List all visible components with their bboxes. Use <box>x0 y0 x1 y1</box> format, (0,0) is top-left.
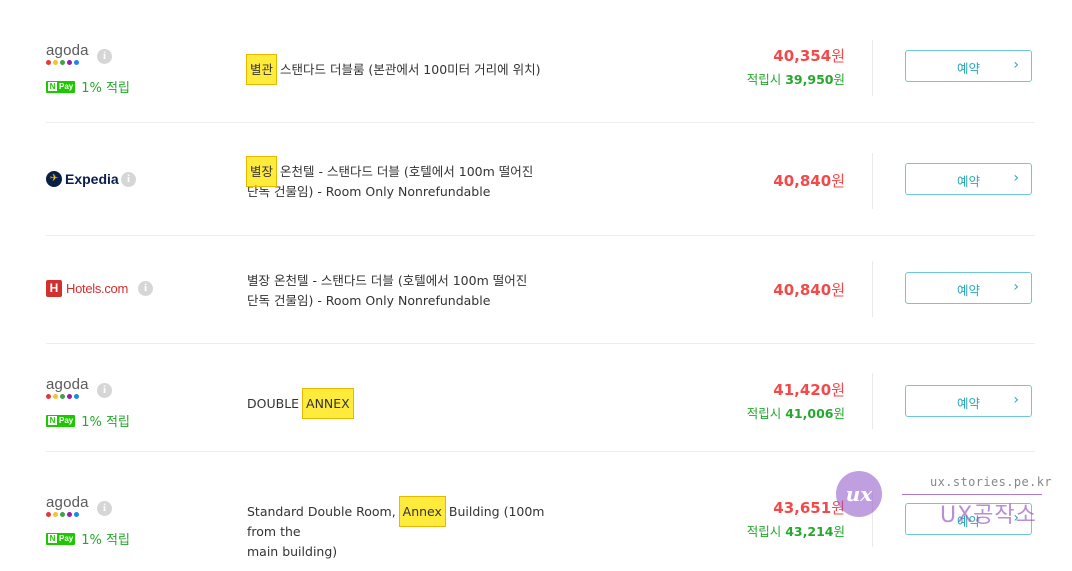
price: 40,840원 <box>773 281 845 299</box>
info-icon[interactable]: i <box>97 49 112 64</box>
provider-cell: H Hotels.com i <box>46 235 196 343</box>
agoda-logo: agoda <box>46 377 94 399</box>
npay-icon: N Pay <box>46 80 76 93</box>
price-block: 43,651원 적립시 43,214원 <box>645 498 845 541</box>
price: 43,651원 <box>773 499 845 517</box>
price: 41,420원 <box>773 381 845 399</box>
watermark-name: UX공작소 <box>940 503 1037 528</box>
price-block: 40,840원 <box>645 280 845 300</box>
price-block: 40,840원 <box>645 171 845 191</box>
reward-price: 적립시 39,950원 <box>746 72 845 87</box>
expedia-logo-text: Expedia <box>65 171 119 187</box>
room-name: 별장 온천텔 - 스탠다드 더블 (호텔에서 100m 떨어진 단독 건물임) … <box>247 273 528 308</box>
book-button[interactable]: 예약 › <box>905 385 1032 417</box>
offer-row-hotels: H Hotels.com i 별장 온천텔 - 스탠다드 더블 (호텔에서 10… <box>46 235 1035 344</box>
chevron-right-icon: › <box>1013 279 1019 295</box>
agoda-logo-text: agoda <box>46 494 89 511</box>
watermark-logo-icon: ux <box>836 471 882 517</box>
agoda-logo-text: agoda <box>46 42 89 59</box>
hotels-logo-text: Hotels.com <box>66 281 129 296</box>
agoda-dots-icon <box>46 512 94 517</box>
divider <box>872 40 873 96</box>
npay-rate: 1% 적립 <box>81 415 130 430</box>
info-icon[interactable]: i <box>121 172 136 187</box>
book-button[interactable]: 예약 › <box>905 50 1032 82</box>
npay-icon: N Pay <box>46 414 76 427</box>
reward-price: 적립시 41,006원 <box>746 406 845 421</box>
info-icon[interactable]: i <box>138 281 153 296</box>
price: 40,354원 <box>773 47 845 65</box>
agoda-logo: agoda <box>46 43 94 65</box>
npay-rate: 1% 적립 <box>81 81 130 96</box>
room-name: 별관 스탠다드 더블룸 (본관에서 100미터 거리에 위치) <box>245 54 567 85</box>
provider-cell: agoda i N Pay 1% 적립 <box>46 14 196 122</box>
divider <box>872 261 873 317</box>
highlight-mark: Annex <box>398 496 446 527</box>
price-block: 41,420원 적립시 41,006원 <box>645 380 845 423</box>
price-block: 40,354원 적립시 39,950원 <box>645 46 845 89</box>
watermark-divider <box>902 494 1042 495</box>
highlight-mark: ANNEX <box>302 388 354 419</box>
provider-cell: agoda i N Pay 1% 적립 <box>46 343 196 451</box>
info-icon[interactable]: i <box>97 383 112 398</box>
offer-row-agoda-2: agoda i N Pay 1% 적립 DOUBLE ANNEX 41,420원 … <box>46 343 1035 452</box>
agoda-dots-icon <box>46 394 94 399</box>
divider <box>872 373 873 429</box>
npay-rate: 1% 적립 <box>81 533 130 548</box>
offer-row-expedia: ✈ Expedia i 별장 온천텔 - 스탠다드 더블 (호텔에서 100m … <box>46 127 1035 236</box>
info-icon[interactable]: i <box>97 501 112 516</box>
watermark-url: ux.stories.pe.kr <box>930 475 1052 489</box>
hotels-h-icon: H <box>46 280 62 297</box>
expedia-logo: ✈ Expedia <box>46 171 119 187</box>
price-comparison-list: agoda i N Pay 1% 적립 별관 스탠다드 더블룸 (본관에서 100… <box>0 0 1072 571</box>
divider <box>872 153 873 209</box>
offer-row-agoda-3: agoda i N Pay 1% 적립 Standard Double Room,… <box>46 461 1035 569</box>
chevron-right-icon: › <box>1013 170 1019 186</box>
chevron-right-icon: › <box>1013 57 1019 73</box>
chevron-right-icon: › <box>1013 392 1019 408</box>
npay-reward: N Pay 1% 적립 <box>46 411 130 430</box>
npay-reward: N Pay 1% 적립 <box>46 77 130 96</box>
agoda-logo: agoda <box>46 495 94 517</box>
room-name: 별장 온천텔 - 스탠다드 더블 (호텔에서 100m 떨어진 단독 건물임) … <box>245 156 567 202</box>
book-button[interactable]: 예약 › <box>905 272 1032 304</box>
book-button[interactable]: 예약 › <box>905 163 1032 195</box>
provider-cell: ✈ Expedia i <box>46 127 196 235</box>
reward-price: 적립시 43,214원 <box>746 524 845 539</box>
room-name: DOUBLE ANNEX <box>247 388 567 419</box>
npay-reward: N Pay 1% 적립 <box>46 529 130 548</box>
expedia-plane-icon: ✈ <box>46 171 62 187</box>
price: 40,840원 <box>773 172 845 190</box>
agoda-logo-text: agoda <box>46 376 89 393</box>
npay-icon: N Pay <box>46 532 76 545</box>
offer-row-agoda-1: agoda i N Pay 1% 적립 별관 스탠다드 더블룸 (본관에서 100… <box>46 14 1035 123</box>
provider-cell: agoda i N Pay 1% 적립 <box>46 461 196 569</box>
highlight-mark: 별관 <box>245 54 278 85</box>
agoda-dots-icon <box>46 60 94 65</box>
hotels-logo: H Hotels.com <box>46 280 128 297</box>
room-name: Standard Double Room, Annex Building (10… <box>247 496 567 562</box>
